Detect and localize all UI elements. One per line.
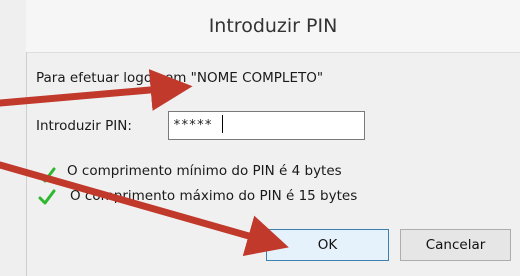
max-length-requirement: O comprimento máximo do PIN é 15 bytes [70, 188, 358, 204]
logon-target-text: Para efetuar logon em "NOME COMPLETO" [36, 70, 324, 86]
text-caret [222, 115, 223, 133]
pin-label: Introduzir PIN: [36, 118, 132, 134]
cancel-button[interactable]: Cancelar [400, 229, 511, 261]
min-length-requirement: O comprimento mínimo do PIN é 4 bytes [67, 163, 342, 179]
pin-input[interactable] [168, 111, 365, 140]
pin-dialog-window: Introduzir PIN Para efetuar logon em "NO… [0, 0, 520, 276]
check-icon [38, 189, 56, 205]
dialog-title: Introduzir PIN [208, 15, 338, 37]
ok-button[interactable]: OK [266, 229, 389, 261]
check-icon [38, 167, 56, 183]
